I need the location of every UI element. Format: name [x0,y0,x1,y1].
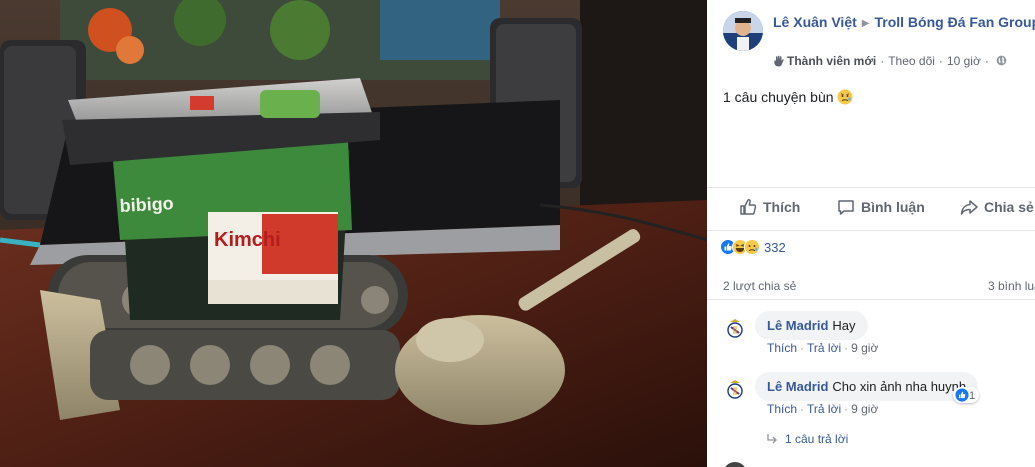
view-replies-link[interactable]: 1 câu trả lời [767,432,848,446]
meta-dot: · [984,54,989,68]
share-count[interactable]: 2 lượt chia sẻ [723,279,796,293]
comment-actions: Thích · Trả lời · 9 giờ [767,402,878,416]
package-brand: bibigo [119,193,174,216]
commenter-name[interactable]: Lê Madrid [767,318,828,333]
comment-like-link[interactable]: Thích [767,341,797,355]
comment-sep: · [800,341,805,355]
member-badge[interactable]: Thành viên mới [787,54,876,68]
comment-bubble: Lê Madrid Hay [755,311,868,340]
share-label: Chia sẻ [984,199,1034,215]
real-madrid-crest-icon [723,377,747,401]
commenter-avatar[interactable] [723,316,747,340]
share-icon [960,200,978,215]
reaction-summary[interactable]: 332 [720,239,786,255]
triangle-right-icon: ▶ [861,18,870,29]
reaction-count: 332 [764,240,786,255]
comment-time[interactable]: 9 giờ [851,402,878,416]
author-avatar[interactable] [723,11,763,51]
replies-label: 1 câu trả lời [785,432,849,446]
thumbs-up-icon [740,199,757,215]
comment-count[interactable]: 3 bình luận [988,279,1035,293]
sad-reaction-icon [744,239,760,255]
comment-reply-link[interactable]: Trả lời [807,341,841,355]
waving-hand-icon [774,55,784,67]
post-photo[interactable]: bibigo Kimchi [0,0,707,467]
post-stats: 2 lượt chia sẻ 3 bình luận [707,270,1035,300]
package-label: Kimchi [214,229,281,251]
globe-icon[interactable] [996,55,1007,66]
post-caption: 1 câu chuyện bùn [723,89,834,105]
like-button[interactable]: Thích [739,198,800,216]
comment-bubble: Lê Madrid Cho xin ảnh nha huynh [755,372,979,401]
real-madrid-crest-icon [723,316,747,340]
post-time[interactable]: 10 giờ [947,54,981,68]
author-name[interactable]: Lê Xuân Việt [773,14,857,30]
commenter-avatar[interactable] [723,377,747,401]
comment-time[interactable]: 9 giờ [851,341,878,355]
next-comment-avatar[interactable] [723,462,747,467]
post-sidebar: Lê Xuân Việt ▶ Troll Bóng Đá Fan Group Thà… [707,0,1035,467]
post-actions: Thích Bình luận Chia sẻ [707,187,1035,231]
comment-text: Hay [832,318,856,333]
comment-like-link[interactable]: Thích [767,402,797,416]
post-title: Lê Xuân Việt ▶ Troll Bóng Đá Fan Group [773,13,1035,33]
follow-link[interactable]: Theo dõi [888,54,935,68]
share-button[interactable]: Chia sẻ [960,198,1034,216]
comment-text: Cho xin ảnh nha huynh [832,379,967,394]
photo-illustration: bibigo Kimchi [0,0,707,467]
sad-face-emoji [837,89,853,105]
avatar-image [723,11,763,51]
comment-label: Bình luận [861,199,925,215]
comment-button[interactable]: Bình luận [837,198,925,216]
meta-dot: · [938,54,943,68]
like-label: Thích [763,199,801,215]
post-meta: Thành viên mới · Theo dõi · 10 giờ · [773,54,1007,68]
like-reaction-icon [955,388,969,402]
comment-icon [838,200,854,215]
post-header: Lê Xuân Việt ▶ Troll Bóng Đá Fan Group Thà… [723,11,1035,71]
group-name[interactable]: Troll Bóng Đá Fan Group [874,14,1035,30]
comment-sep: · [844,341,849,355]
comment-reply-link[interactable]: Trả lời [807,402,841,416]
commenter-name[interactable]: Lê Madrid [767,379,828,394]
comment-actions: Thích · Trả lời · 9 giờ [767,341,878,355]
meta-dot: · [880,54,885,68]
comment-sep: · [800,402,805,416]
comment-like-count: 1 [969,390,976,402]
reply-arrow-icon [767,434,777,444]
post-text: 1 câu chuyện bùn [723,89,853,105]
comment-like-badge[interactable]: 1 [953,387,980,403]
comment-sep: · [844,402,849,416]
